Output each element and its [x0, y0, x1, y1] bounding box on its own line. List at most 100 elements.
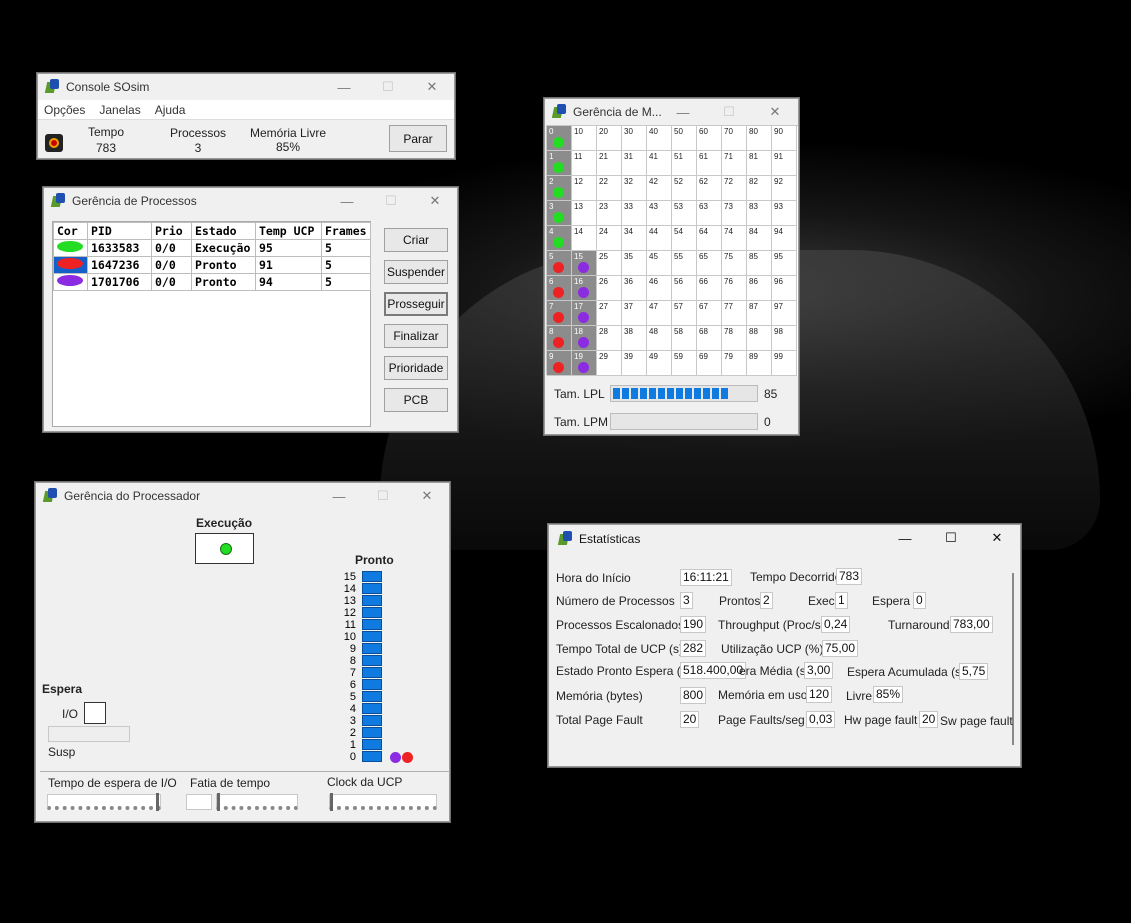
- memory-frame: 14: [572, 226, 597, 251]
- pcb-button[interactable]: PCB: [384, 388, 448, 412]
- close-button[interactable]: ✕: [405, 483, 449, 509]
- processos-label: Processos: [169, 126, 227, 140]
- memoria-uso-label: Memória em uso: [718, 688, 808, 702]
- frame-process-marker: [553, 237, 564, 248]
- col-pid[interactable]: PID: [87, 222, 152, 240]
- col-prio[interactable]: Prio: [151, 222, 192, 240]
- queue-slot: [362, 739, 382, 750]
- memory-frame: 71: [722, 151, 747, 176]
- slider-thumb[interactable]: [330, 793, 333, 811]
- col-frames[interactable]: Frames: [321, 222, 371, 240]
- memory-frame: 58: [672, 326, 697, 351]
- close-button[interactable]: ✕: [410, 74, 454, 100]
- memory-frame: 8: [547, 326, 572, 351]
- table-row[interactable]: 1647236 0/0 Pronto 91 5: [53, 256, 371, 274]
- pid-cell: 1647236: [87, 256, 152, 274]
- exec-value: 1: [835, 592, 848, 609]
- memory-frame: 98: [772, 326, 797, 351]
- pronto-label: Pronto: [355, 553, 394, 567]
- criar-button[interactable]: Criar: [384, 228, 448, 252]
- memory-frame: 20: [597, 126, 622, 151]
- queue-slot: [362, 691, 382, 702]
- col-estado[interactable]: Estado: [191, 222, 256, 240]
- memory-frame: 85: [747, 251, 772, 276]
- turnaround-value: 783,00: [950, 616, 993, 633]
- decorrido-label: Tempo Decorrido: [750, 570, 842, 584]
- sw-page-fault-label: Sw page fault: [940, 714, 1013, 728]
- memory-frame: 77: [722, 301, 747, 326]
- close-button[interactable]: ✕: [752, 99, 798, 125]
- memory-frame: 99: [772, 351, 797, 376]
- queue-priority-label: 9: [349, 643, 356, 655]
- progress-segment: [622, 388, 629, 399]
- clock-slider[interactable]: [329, 793, 437, 811]
- memory-frame: 29: [597, 351, 622, 376]
- queue-slot: [362, 643, 382, 654]
- queue-slot: [362, 583, 382, 594]
- menu-opcoes[interactable]: Opções: [44, 103, 85, 117]
- table-row[interactable]: 1633583 0/0 Execução 95 5: [53, 239, 371, 257]
- throughput-value: 0,24: [821, 616, 851, 633]
- minimize-button[interactable]: —: [322, 74, 366, 100]
- clock-label: Clock da UCP: [327, 775, 403, 789]
- slider-thumb[interactable]: [217, 793, 220, 811]
- memory-frame: 65: [697, 251, 722, 276]
- frame-process-marker: [553, 287, 564, 298]
- memory-frame: 51: [672, 151, 697, 176]
- fatia-input[interactable]: [186, 794, 212, 810]
- memory-frame: 94: [772, 226, 797, 251]
- tempo-espera-slider[interactable]: [47, 793, 161, 811]
- progress-segment: [712, 388, 719, 399]
- memory-frame: 3: [547, 201, 572, 226]
- queue-priority-label: 14: [343, 583, 356, 595]
- memory-frame: 39: [622, 351, 647, 376]
- menu-janelas[interactable]: Janelas: [99, 103, 140, 117]
- lpm-label: Tam. LPM: [554, 415, 609, 429]
- col-cor[interactable]: Cor: [53, 222, 88, 240]
- memory-frame: 40: [647, 126, 672, 151]
- prosseguir-button[interactable]: Prosseguir: [384, 292, 448, 316]
- memory-frame: 52: [672, 176, 697, 201]
- memory-frame: 19: [572, 351, 597, 376]
- tempo-ucp-label: Tempo Total de UCP (s): [556, 642, 683, 656]
- fatia-slider[interactable]: [216, 793, 298, 811]
- maximize-button[interactable]: ☐: [928, 525, 974, 551]
- minimize-button[interactable]: —: [882, 525, 928, 551]
- memory-frame: 84: [747, 226, 772, 251]
- slider-thumb[interactable]: [156, 793, 159, 811]
- process-color-swatch: [57, 275, 83, 286]
- ready-queue: [362, 571, 382, 763]
- queue-priority-label: 4: [349, 703, 356, 715]
- fatia-label: Fatia de tempo: [190, 776, 271, 790]
- menu-bar: Opções Janelas Ajuda: [38, 100, 454, 120]
- col-temp-ucp[interactable]: Temp UCP: [255, 222, 322, 240]
- espera-media-value: 3,00: [804, 662, 834, 679]
- minimize-button[interactable]: —: [325, 188, 369, 214]
- memory-frame: 56: [672, 276, 697, 301]
- close-button[interactable]: ✕: [974, 525, 1020, 551]
- frame-process-marker: [553, 312, 564, 323]
- execucao-label: Execução: [196, 516, 253, 530]
- total-page-fault-value: 20: [680, 711, 700, 728]
- suspender-button[interactable]: Suspender: [384, 260, 448, 284]
- finalizar-button[interactable]: Finalizar: [384, 324, 448, 348]
- estado-cell: Pronto: [191, 273, 256, 291]
- memoria-bytes-value: 800: [680, 687, 707, 704]
- close-button[interactable]: ✕: [413, 188, 457, 214]
- memory-frame: 61: [697, 151, 722, 176]
- memory-frame: 73: [722, 201, 747, 226]
- progress-segment: [721, 388, 728, 399]
- memory-frame-grid: 0 1 2 3 4 5 6 7 8 9 10 11 12 13 14 15 16 17 18 19 20 21 22 23 24…: [546, 125, 798, 376]
- memoria-livre-label: Memória Livre: [250, 126, 327, 140]
- parar-button[interactable]: Parar: [389, 125, 447, 152]
- minimize-button[interactable]: —: [317, 483, 361, 509]
- menu-ajuda[interactable]: Ajuda: [155, 103, 186, 117]
- minimize-button[interactable]: —: [660, 99, 706, 125]
- decorrido-value: 783: [836, 568, 863, 585]
- memory-frame: 49: [647, 351, 672, 376]
- memory-frame: 6: [547, 276, 572, 301]
- table-row[interactable]: 1701706 0/0 Pronto 94 5: [53, 273, 371, 291]
- utilizacao-value: 75,00: [822, 640, 859, 657]
- memory-frame: 28: [597, 326, 622, 351]
- prioridade-button[interactable]: Prioridade: [384, 356, 448, 380]
